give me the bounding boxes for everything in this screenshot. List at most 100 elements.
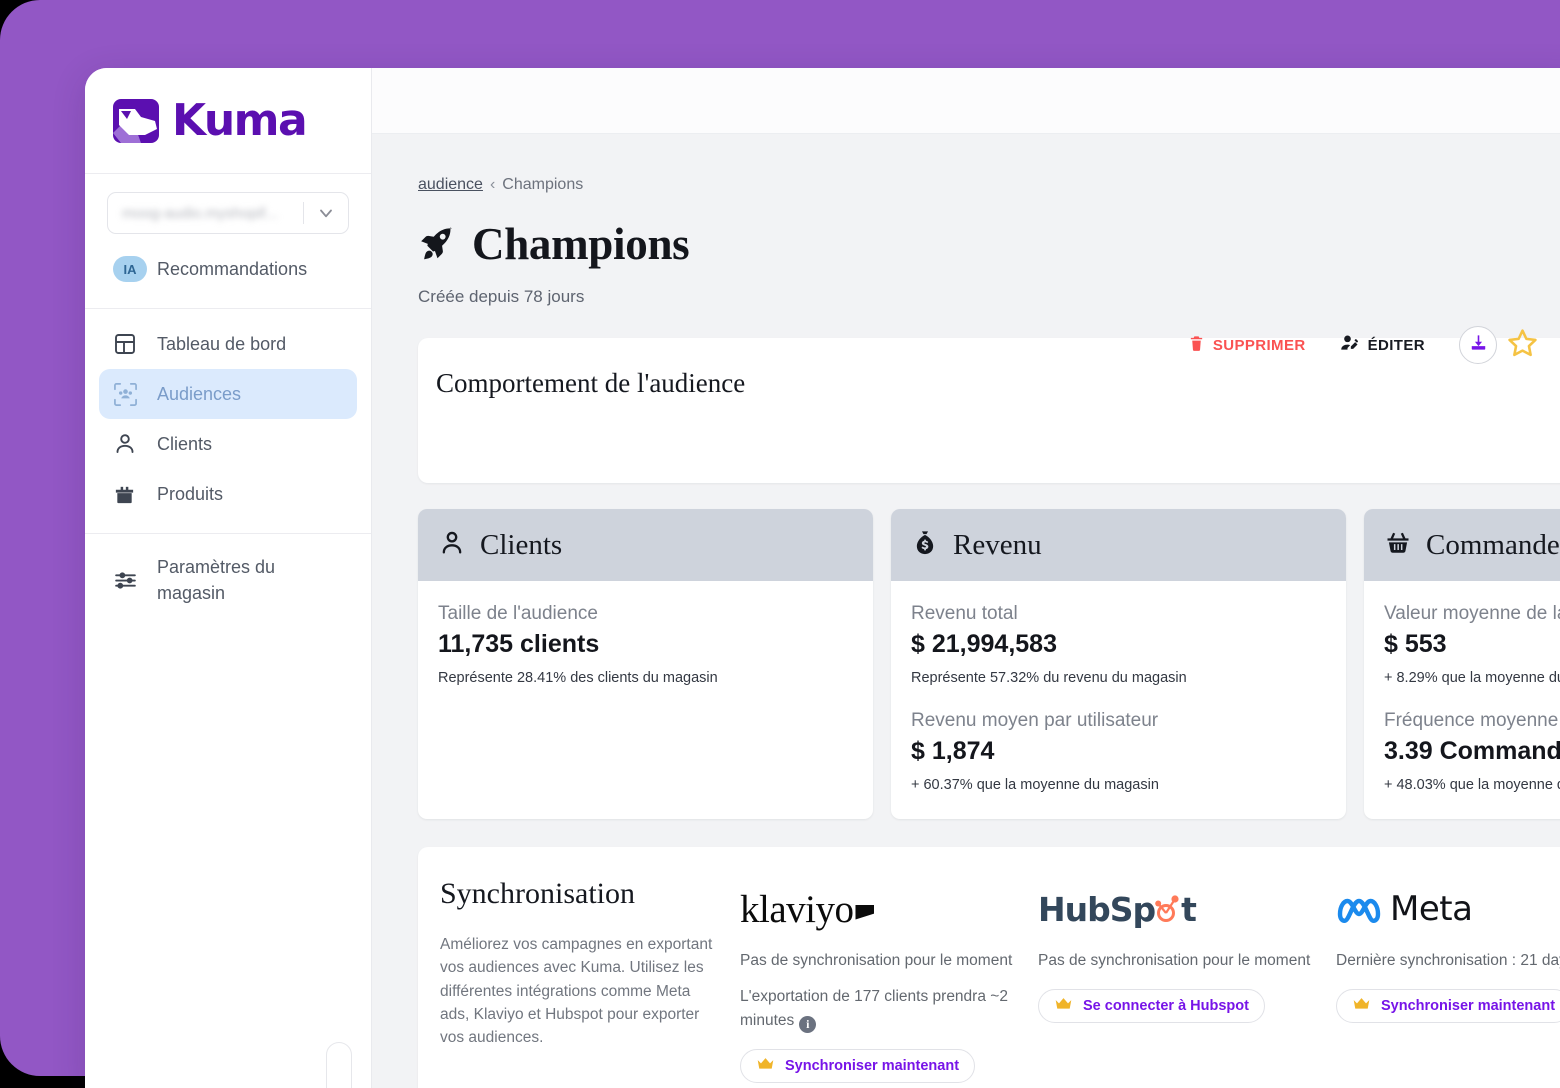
stat-card-revenu: Revenu Revenu total $ 21,994,583 Représe… (891, 509, 1346, 819)
stat-block: Fréquence moyenne par client 3.39 Comman… (1384, 710, 1560, 793)
stat-block: Revenu moyen par utilisateur $ 1,874 + 6… (911, 710, 1326, 793)
hubspot-wordmark: HubSp t (1038, 889, 1197, 929)
dashboard-grid-icon (113, 332, 143, 356)
app-window: Kuma moog-audio.myshopif... IA Recommand… (85, 68, 1560, 1088)
stat-value: 3.39 Commandes (1384, 737, 1560, 765)
sidebar-item-recommandations[interactable]: IA Recommandations (99, 244, 357, 294)
meta-logo-icon: Meta (1336, 881, 1560, 937)
stat-block: Revenu total $ 21,994,583 Représente 57.… (911, 603, 1326, 686)
sidebar-item-tableau-de-bord[interactable]: Tableau de bord (99, 319, 357, 369)
sync-status: Dernière synchronisation : 21 days (1336, 952, 1560, 969)
stat-label: Taille de l'audience (438, 603, 598, 624)
sidebar-collapse-handle[interactable] (326, 1042, 352, 1088)
chevron-down-icon[interactable] (304, 203, 348, 223)
stat-card-header: Clients (418, 509, 873, 581)
stat-note: + 8.29% que la moyenne du magasin (1384, 670, 1560, 686)
stat-note: Représente 28.41% des clients du magasin (438, 670, 718, 686)
klaviyo-flag-icon (855, 904, 875, 920)
info-icon[interactable]: i (799, 1015, 817, 1033)
meta-text: Meta (1390, 889, 1473, 929)
stat-card-title: Revenu (953, 528, 1042, 561)
hubspot-text-t: t (1181, 889, 1197, 929)
audience-behaviour-title: Comportement de l'audience (436, 368, 746, 398)
stat-card-commandes: Commandes Valeur moyenne de la commande … (1364, 509, 1560, 819)
download-icon (1469, 333, 1488, 357)
sync-now-button-meta[interactable]: Synchroniser maintenant (1336, 989, 1560, 1024)
sync-intro: Synchronisation Améliorez vos campagnes … (440, 877, 740, 1088)
breadcrumb: audience ‹ Champions (418, 176, 1560, 194)
money-bag-icon (911, 529, 939, 562)
sidebar-item-clients[interactable]: Clients (99, 419, 357, 469)
synchronisation-card: Synchronisation Améliorez vos campagnes … (418, 847, 1560, 1088)
sync-button-label: Synchroniser maintenant (1381, 998, 1556, 1015)
sync-extra-wrap: L'exportation de 177 clients prendra ~2 … (740, 985, 1038, 1033)
integration-meta: Meta Dernière synchronisation : 21 days … (1336, 877, 1560, 1088)
stat-card-body: Taille de l'audience 11,735 clients Repr… (418, 581, 873, 686)
star-icon (1507, 327, 1538, 363)
nav-group-ai: IA Recommandations (85, 234, 371, 309)
delete-label: SUPPRIMER (1212, 336, 1306, 354)
main-area: audience ‹ Champions Champions Créée depui… (372, 68, 1560, 1088)
integration-hubspot: HubSp t Pas de synchronisation pour le m… (1038, 877, 1336, 1088)
hubspot-logo-icon: HubSp t (1038, 881, 1336, 937)
favorite-button[interactable] (1507, 327, 1538, 363)
stat-value: 11,735 clients (438, 630, 600, 658)
download-button[interactable] (1459, 326, 1497, 364)
stats-row: Clients Taille de l'audience 11,735 clie… (418, 509, 1560, 819)
sync-extra: L'exportation de 177 clients prendra ~2 … (740, 988, 1008, 1030)
top-bar (372, 68, 1560, 134)
brand-name: Kuma (172, 94, 308, 146)
stat-card-header: Revenu (891, 509, 1346, 581)
trash-icon (1188, 335, 1205, 356)
hubspot-sprocket-icon (1155, 892, 1181, 926)
stat-label: Valeur moyenne de la commande (1384, 603, 1560, 624)
breadcrumb-current: Champions (502, 176, 584, 193)
sync-now-button-klaviyo[interactable]: Synchroniser maintenant (740, 1049, 976, 1084)
sync-actions: Se connecter à Hubspot (1038, 989, 1336, 1024)
page-title: Champions (472, 219, 690, 269)
kuma-logo-icon (111, 95, 163, 147)
stat-value: $ 1,874 (911, 737, 995, 765)
subtitle-row: Créée depuis 78 jours (418, 280, 1560, 314)
sidebar-item-label: Paramètres du magasin (157, 556, 276, 603)
stat-label: Revenu moyen par utilisateur (911, 710, 1159, 731)
header-actions: SUPPRIMER ÉDITER (1188, 326, 1538, 364)
klaviyo-logo-icon: klaviyo (740, 881, 1038, 937)
nav-group-settings: Paramètres du magasin (85, 534, 371, 630)
app-logo[interactable]: Kuma (85, 68, 371, 174)
stat-label: Revenu total (911, 603, 1018, 624)
sidebar-item-audiences[interactable]: Audiences (99, 369, 357, 419)
stat-block: Taille de l'audience 11,735 clients Repr… (438, 603, 853, 686)
stat-card-title: Commandes (1426, 528, 1560, 561)
sync-status: Pas de synchronisation pour le moment (1038, 952, 1311, 969)
audience-frame-icon (113, 382, 143, 407)
integration-klaviyo: klaviyo Pas de synchronisation pour le m… (740, 877, 1038, 1088)
person-icon (438, 529, 466, 562)
crown-icon (1054, 997, 1073, 1015)
edit-button[interactable]: ÉDITER (1340, 333, 1425, 357)
stat-note: + 48.03% que la moyenne du magasin (1384, 777, 1560, 793)
sidebar-item-label: Audiences (157, 383, 242, 404)
store-selector-value: moog-audio.myshopif... (122, 204, 278, 222)
stat-value: $ 553 (1384, 630, 1447, 658)
crown-icon (756, 1057, 775, 1075)
person-icon (113, 432, 143, 456)
connect-hubspot-button[interactable]: Se connecter à Hubspot (1038, 989, 1265, 1024)
breadcrumb-parent-link[interactable]: audience (418, 176, 483, 193)
meta-wordmark: Meta (1336, 889, 1473, 929)
delete-button[interactable]: SUPPRIMER (1188, 335, 1306, 356)
ia-badge-label: IA (113, 256, 147, 282)
page-title-row: Champions (418, 218, 1560, 270)
person-edit-icon (1340, 333, 1360, 357)
stat-label: Fréquence moyenne par client (1384, 710, 1560, 731)
stat-card-body: Valeur moyenne de la commande $ 553 + 8.… (1364, 581, 1560, 793)
store-selector[interactable]: moog-audio.myshopif... (107, 192, 349, 234)
sync-button-label: Synchroniser maintenant (785, 1058, 960, 1075)
sidebar-item-parametres-du-magasin[interactable]: Paramètres du magasin (99, 544, 357, 616)
sidebar-item-produits[interactable]: Produits (99, 469, 357, 519)
box-icon (113, 483, 143, 506)
klaviyo-wordmark: klaviyo (740, 887, 854, 931)
rocket-icon (418, 225, 456, 263)
page-content: audience ‹ Champions Champions Créée depui… (372, 134, 1560, 1088)
breadcrumb-separator: ‹ (489, 176, 496, 193)
